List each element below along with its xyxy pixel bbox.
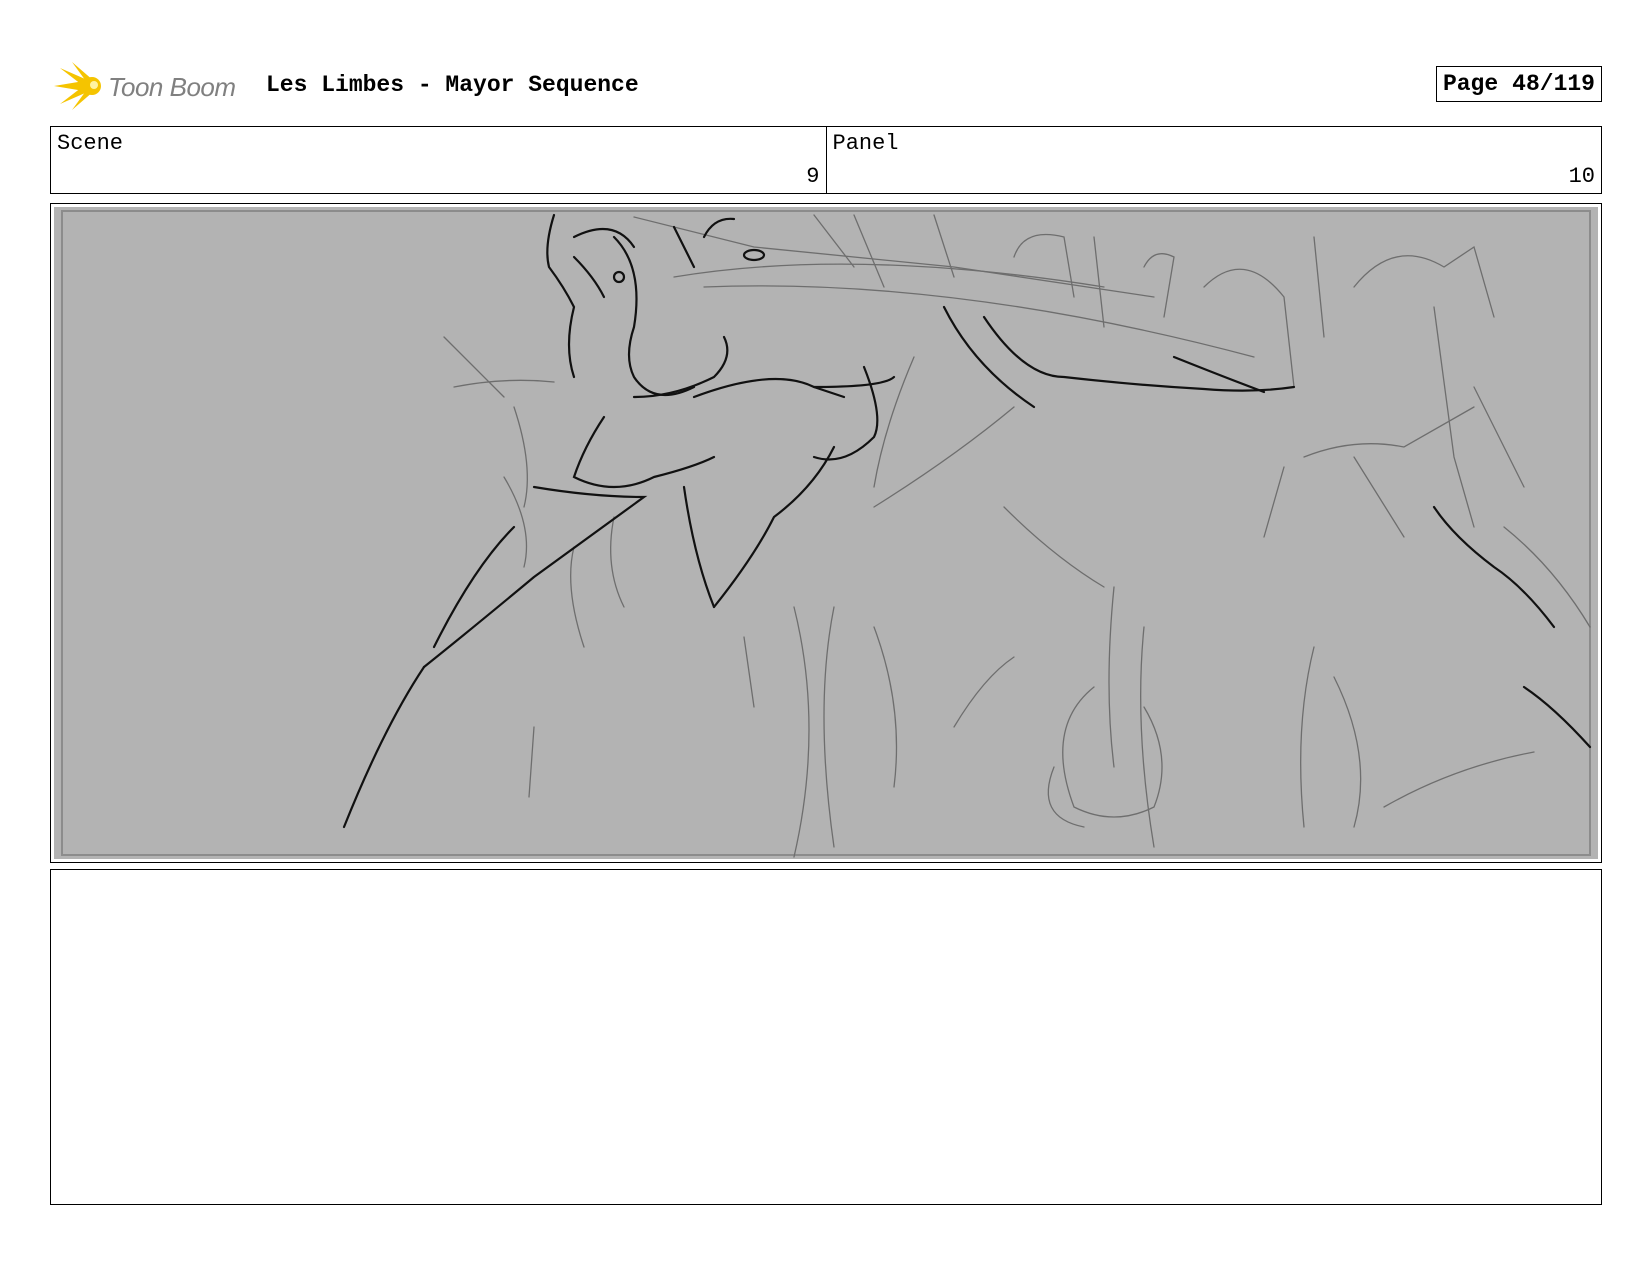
toon-boom-logo: Toon Boom: [50, 60, 250, 112]
starburst-icon: [54, 62, 101, 110]
page-label: Page: [1442, 71, 1499, 97]
storyboard-sketch-image: [54, 207, 1598, 859]
document-title: Les Limbes - Mayor Sequence: [266, 72, 639, 98]
panel-label: Panel: [832, 131, 899, 156]
scene-panel-info: Scene 9 Panel 10: [50, 126, 1602, 194]
logo-text: Toon Boom: [108, 72, 236, 102]
page-header: Toon Boom Les Limbes - Mayor Sequence Pa…: [50, 56, 1602, 116]
notes-area: [50, 869, 1602, 1205]
storyboard-panel: [50, 203, 1602, 863]
page-number: 48/119: [1512, 71, 1595, 97]
scene-label: Scene: [57, 131, 124, 156]
panel-value: 10: [1568, 164, 1595, 189]
page-indicator: Page 48/119: [1435, 66, 1602, 102]
panel-cell: Panel 10: [825, 127, 1602, 193]
scene-cell: Scene 9: [51, 127, 826, 193]
sketch-drawing: [61, 210, 1592, 858]
scene-value: 9: [806, 164, 820, 189]
